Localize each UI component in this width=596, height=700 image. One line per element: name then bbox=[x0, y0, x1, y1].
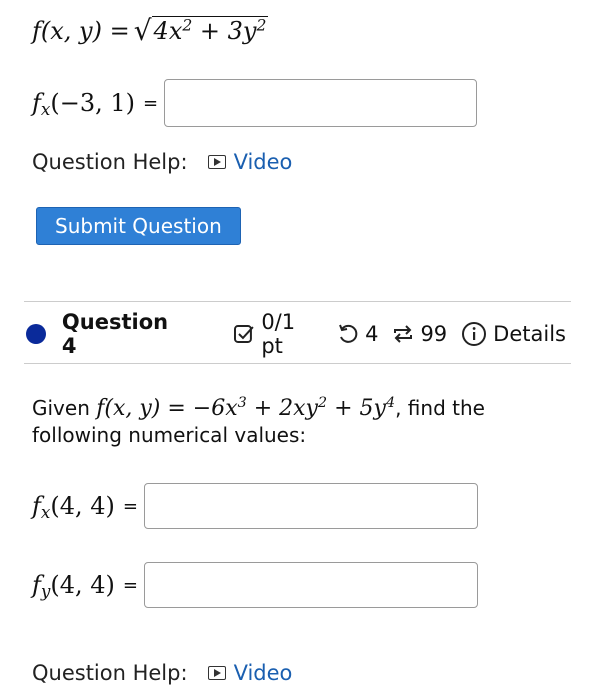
function-definition: f(x, y) = √ 4x2 + 3y2 bbox=[32, 14, 269, 47]
info-icon bbox=[462, 322, 487, 346]
question-help-row-q4: Question Help: Video bbox=[32, 661, 292, 685]
partial-y-label-q4: fy(4, 4) bbox=[32, 571, 115, 602]
play-icon bbox=[207, 666, 226, 680]
function-lhs: f(x, y) = bbox=[32, 16, 130, 45]
score-text: 0/1 pt bbox=[261, 310, 296, 358]
partial-x-answer-input[interactable] bbox=[164, 79, 478, 127]
video-link-label: Video bbox=[233, 150, 293, 174]
equals-sign: = bbox=[143, 92, 159, 114]
status-dot-icon bbox=[26, 324, 46, 344]
details-label: Details bbox=[493, 322, 566, 346]
partial-y-row-q4: fy(4, 4) = bbox=[32, 562, 478, 608]
question-title: Question 4 bbox=[61, 310, 169, 358]
partial-x-answer-input-q4[interactable] bbox=[143, 483, 478, 529]
partial-x-row: fx(−3, 1) = bbox=[32, 79, 478, 127]
question-help-label: Question Help: bbox=[32, 150, 188, 174]
question-help-label: Question Help: bbox=[32, 661, 188, 685]
question-help-row: Question Help: Video bbox=[32, 150, 292, 174]
details-button[interactable]: Details bbox=[461, 321, 566, 347]
video-link[interactable]: Video bbox=[207, 150, 293, 174]
section-divider-bottom bbox=[24, 363, 571, 364]
partial-x-row-q4: fx(4, 4) = bbox=[32, 483, 478, 529]
question-header: Question 4 0/1 pt 4 99 Details bbox=[26, 310, 566, 358]
video-link[interactable]: Video bbox=[207, 661, 293, 685]
question-prompt: Given f(x, y) = −6x3 + 2xy2 + 5y4, find … bbox=[32, 392, 572, 451]
equals-sign: = bbox=[122, 495, 138, 517]
partial-x-label-q4: fx(4, 4) bbox=[32, 492, 115, 523]
attempts-indicator: 4 bbox=[337, 322, 378, 346]
retries-indicator: 99 bbox=[392, 322, 447, 346]
prompt-line-2: following numerical values: bbox=[32, 423, 307, 447]
score-indicator: 0/1 pt bbox=[233, 310, 323, 358]
checkbox-icon bbox=[234, 325, 255, 343]
partial-x-label: fx(−3, 1) bbox=[32, 89, 135, 120]
play-icon bbox=[207, 155, 226, 169]
video-link-label: Video bbox=[233, 661, 293, 685]
attempts-count: 4 bbox=[365, 322, 379, 346]
retries-count: 99 bbox=[420, 322, 448, 346]
partial-y-answer-input-q4[interactable] bbox=[144, 562, 478, 608]
submit-question-button[interactable]: Submit Question bbox=[36, 207, 241, 245]
sqrt-symbol: √ bbox=[133, 14, 152, 47]
undo-icon bbox=[339, 324, 358, 343]
radicand: 4x2 + 3y2 bbox=[151, 16, 269, 45]
retry-icon bbox=[394, 325, 413, 343]
equals-sign: = bbox=[122, 574, 138, 596]
section-divider-top bbox=[24, 301, 571, 302]
